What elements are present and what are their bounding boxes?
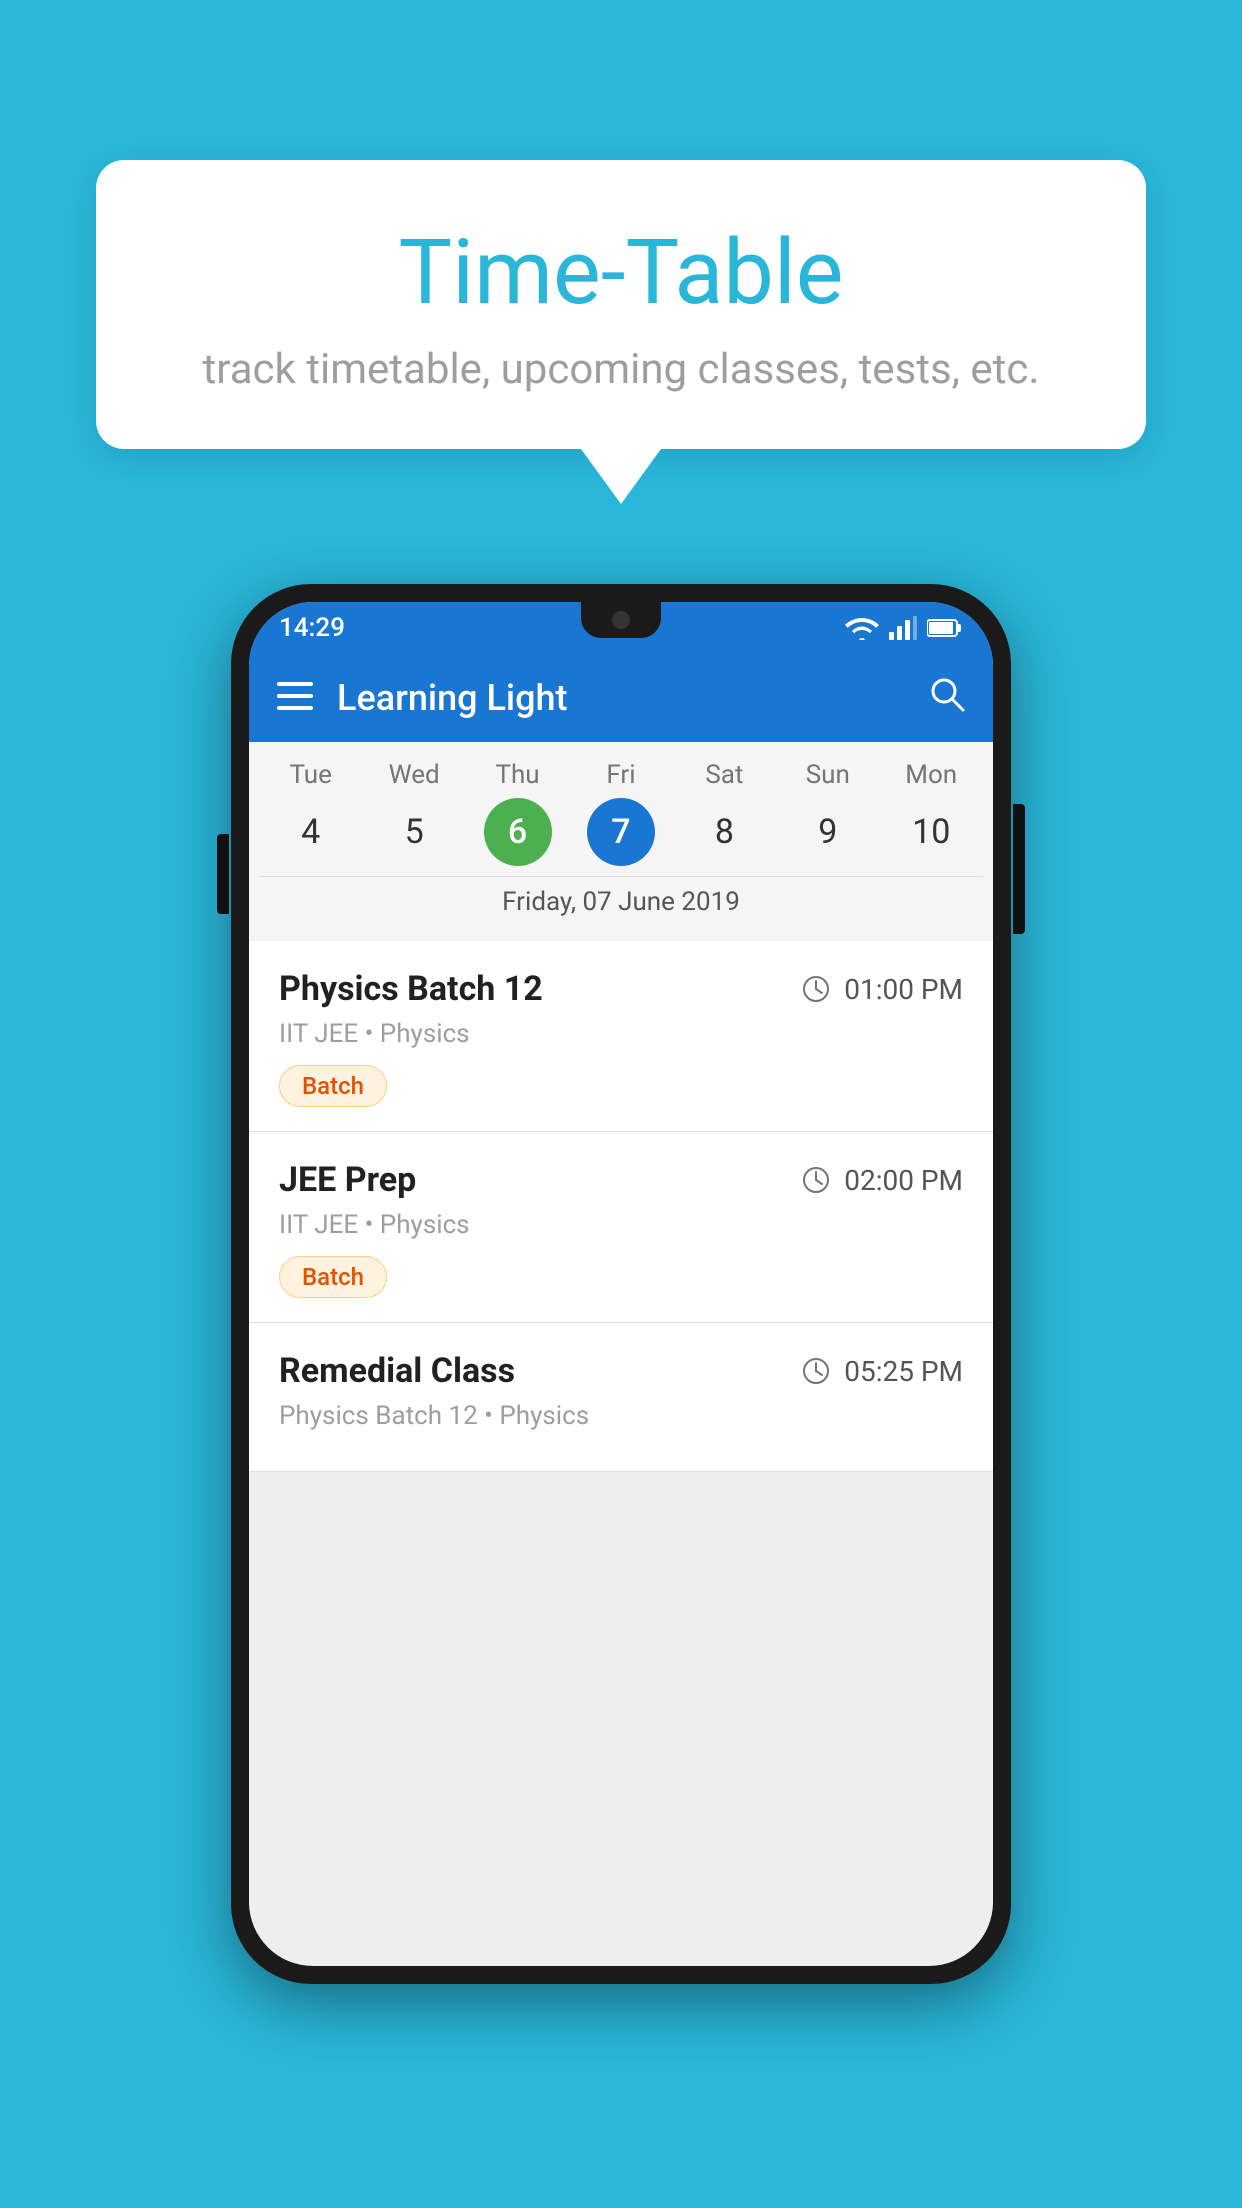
search-icon[interactable] <box>929 676 965 721</box>
selected-date-label: Friday, 07 June 2019 <box>259 876 983 931</box>
phone-mockup: 14:29 <box>231 584 1011 1984</box>
day-number[interactable]: 6 <box>484 798 552 866</box>
day-number[interactable]: 7 <box>587 798 655 866</box>
clock-icon <box>802 1166 830 1194</box>
class-name: JEE Prep <box>279 1160 416 1200</box>
day-number[interactable]: 4 <box>277 798 345 866</box>
class-item[interactable]: Physics Batch 12 01:00 PM IIT JEE • Physi… <box>249 941 993 1132</box>
calendar-day[interactable]: Thu 6 <box>470 760 566 866</box>
day-number[interactable]: 5 <box>380 798 448 866</box>
calendar-day[interactable]: Mon 10 <box>883 760 979 866</box>
day-number[interactable]: 10 <box>897 798 965 866</box>
class-item-header: Remedial Class 05:25 PM <box>279 1351 963 1391</box>
class-item-header: JEE Prep 02:00 PM <box>279 1160 963 1200</box>
day-name: Tue <box>289 760 331 790</box>
class-name: Physics Batch 12 <box>279 969 543 1009</box>
calendar-day[interactable]: Tue 4 <box>263 760 359 866</box>
calendar-day[interactable]: Sun 9 <box>780 760 876 866</box>
speech-bubble: Time-Table track timetable, upcoming cla… <box>96 160 1146 449</box>
day-name: Thu <box>495 760 539 790</box>
day-number[interactable]: 8 <box>690 798 758 866</box>
signal-icon <box>889 616 917 640</box>
day-name: Fri <box>606 760 635 790</box>
day-name: Sat <box>705 760 743 790</box>
battery-icon <box>927 617 963 639</box>
feature-title: Time-Table <box>176 220 1066 325</box>
app-title: Learning Light <box>337 677 929 719</box>
class-time: 01:00 PM <box>802 973 963 1006</box>
day-number[interactable]: 9 <box>794 798 862 866</box>
class-list: Physics Batch 12 01:00 PM IIT JEE • Physi… <box>249 941 993 1472</box>
class-item-header: Physics Batch 12 01:00 PM <box>279 969 963 1009</box>
class-meta: IIT JEE • Physics <box>279 1019 963 1049</box>
calendar-day[interactable]: Sat 8 <box>676 760 772 866</box>
class-name: Remedial Class <box>279 1351 515 1391</box>
batch-badge: Batch <box>279 1065 387 1107</box>
speech-bubble-tail <box>581 449 661 504</box>
class-meta: Physics Batch 12 • Physics <box>279 1401 963 1431</box>
app-bar: Learning Light <box>249 654 993 742</box>
wifi-icon <box>845 616 879 640</box>
day-name: Sun <box>806 760 850 790</box>
phone-screen: 14:29 <box>249 602 993 1966</box>
calendar-day[interactable]: Wed 5 <box>366 760 462 866</box>
status-time: 14:29 <box>279 613 345 643</box>
status-icons <box>845 616 963 640</box>
day-name: Mon <box>905 760 957 790</box>
clock-icon <box>802 975 830 1003</box>
phone-body: 14:29 <box>231 584 1011 1984</box>
camera <box>612 611 630 629</box>
feature-card: Time-Table track timetable, upcoming cla… <box>96 160 1146 504</box>
batch-badge: Batch <box>279 1256 387 1298</box>
class-time: 02:00 PM <box>802 1164 963 1197</box>
day-name: Wed <box>389 760 440 790</box>
calendar-day[interactable]: Fri 7 <box>573 760 669 866</box>
days-row: Tue 4 Wed 5 Thu 6 Fri 7 Sat 8 Sun 9 Mon 10 <box>259 760 983 866</box>
hamburger-menu-icon[interactable] <box>277 677 313 719</box>
calendar-strip: Tue 4 Wed 5 Thu 6 Fri 7 Sat 8 Sun 9 Mon 10 Friday, 07… <box>249 742 993 941</box>
class-meta: IIT JEE • Physics <box>279 1210 963 1240</box>
feature-subtitle: track timetable, upcoming classes, tests… <box>176 345 1066 394</box>
class-item[interactable]: Remedial Class 05:25 PM Physics Batch 12 … <box>249 1323 993 1472</box>
class-time: 05:25 PM <box>802 1355 963 1388</box>
clock-icon <box>802 1357 830 1385</box>
phone-notch <box>581 602 661 638</box>
class-item[interactable]: JEE Prep 02:00 PM IIT JEE • Physics Batch <box>249 1132 993 1323</box>
